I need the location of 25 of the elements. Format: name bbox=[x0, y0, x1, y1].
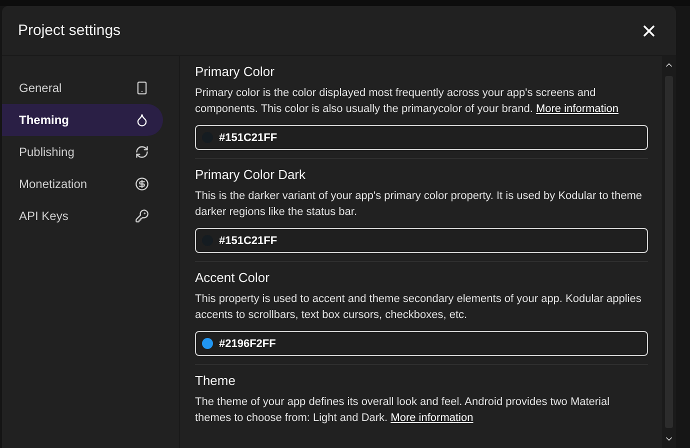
color-field[interactable]: #151C21FF bbox=[195, 125, 648, 150]
sidebar-item[interactable]: API Keys bbox=[2, 200, 163, 232]
sync-icon bbox=[135, 145, 149, 159]
description: Primary color is the color displayed most frequently across your app's screens and components. This color is also usually the primarycolor of your brand. More information bbox=[195, 86, 620, 117]
key-icon bbox=[135, 209, 149, 223]
section-title: Primary Color bbox=[195, 64, 276, 79]
color-field[interactable]: #2196F2FF bbox=[195, 331, 648, 356]
scrollbar[interactable] bbox=[662, 56, 676, 448]
description: The theme of your app defines its overall look and feel. Android provides two Material themes to choose from: Light and Dark. More information bbox=[195, 395, 611, 426]
section-title: Primary Color Dark bbox=[195, 167, 307, 182]
dollar-icon bbox=[135, 177, 149, 191]
droplet-icon bbox=[135, 113, 149, 127]
sidebar-item[interactable]: Publishing bbox=[2, 136, 163, 168]
dialog-title: Project settings bbox=[18, 22, 121, 39]
color-field[interactable]: #151C21FF bbox=[195, 228, 648, 253]
sidebar-item[interactable]: Monetization bbox=[2, 168, 163, 200]
phone-icon bbox=[135, 81, 149, 95]
more-information-link[interactable]: More information bbox=[390, 412, 474, 424]
section-title: Accent Color bbox=[195, 270, 270, 285]
sidebar-item[interactable]: Theming bbox=[2, 104, 163, 136]
sidebar-item[interactable]: General bbox=[2, 72, 163, 104]
section-title: Theme bbox=[195, 373, 236, 388]
description: This is the darker variant of your app's primary color property. It is used by Kodular to theme darker regions like the status bar. bbox=[195, 189, 643, 220]
description: This property is used to accent and theme secondary elements of your app. Kodular applies accents to scrollbars, text box cursors, checkboxes, etc. bbox=[195, 292, 642, 323]
more-information-link[interactable]: More information bbox=[536, 103, 619, 115]
